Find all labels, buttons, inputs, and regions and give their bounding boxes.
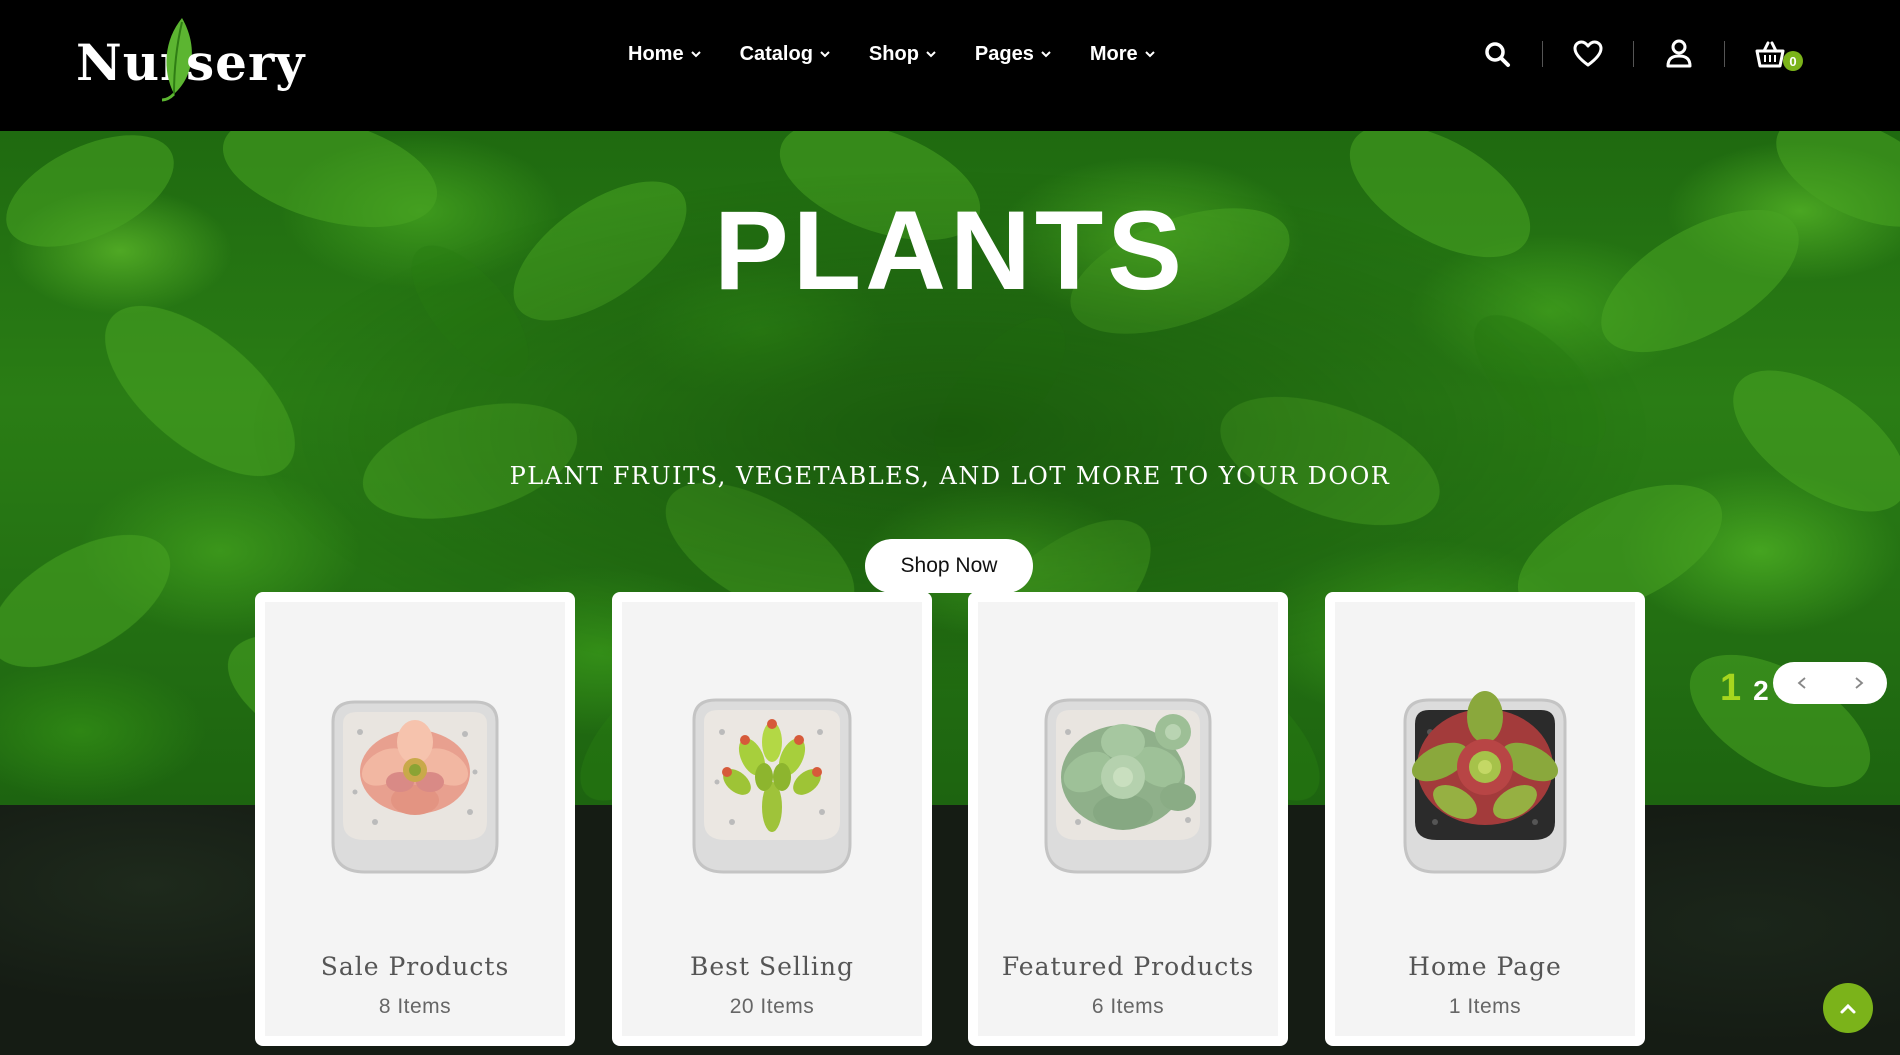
card-body: Home Page 1 Items [1335,602,1635,1036]
nav-item-shop[interactable]: Shop [869,38,937,70]
nav-item-more[interactable]: More [1090,38,1156,70]
chevron-down-icon [690,51,701,58]
card-item-count: 1 Items [1448,995,1522,1018]
category-card-featured-products[interactable]: Featured Products 6 Items [968,592,1288,1046]
nav-item-pages[interactable]: Pages [975,38,1052,70]
chevron-down-icon [820,51,830,58]
chevron-up-icon [1840,1003,1856,1014]
hero-title: PLANTS [714,188,1186,313]
chevron-right-icon [1854,677,1863,689]
chevron-left-icon [1797,677,1806,689]
succulent-green-image [692,698,852,874]
card-body: Best Selling 20 Items [622,602,922,1036]
divider [1633,41,1634,67]
hero-subtitle: PLANT FRUITS, VEGETABLES, AND LOT MORE T… [509,462,1391,490]
nav-item-label: More [1089,42,1138,65]
card-title: Featured Products [1001,952,1255,981]
logo[interactable]: Nur sery [76,14,306,104]
slider-arrows [1773,662,1887,704]
user-icon [1666,39,1692,68]
card-title: Sale Products [320,952,510,981]
slider-pager: 1 2 [1720,668,1769,708]
divider [1724,41,1725,67]
basket-icon [1755,41,1785,68]
pager-current[interactable]: 1 [1720,668,1741,708]
nav-item-label: Catalog [739,42,813,65]
site-header: Nur sery Home Catalog Shop Pages More 0 [0,0,1900,131]
succulent-red-image [1403,691,1567,874]
header-actions: 0 [1480,30,1803,78]
card-item-count: 20 Items [729,995,815,1018]
pager-next[interactable]: 2 [1753,674,1769,708]
category-card-home-page[interactable]: Home Page 1 Items [1325,592,1645,1046]
wishlist-button[interactable] [1571,37,1605,71]
cart-button[interactable]: 0 [1753,37,1803,71]
chevron-down-icon [926,51,936,58]
logo-text-right: sery [186,33,306,92]
nav-item-label: Pages [974,42,1034,65]
nav-item-catalog[interactable]: Catalog [740,38,831,70]
card-item-count: 8 Items [378,995,452,1018]
account-button[interactable] [1662,37,1696,71]
category-card-sale-products[interactable]: Sale Products 8 Items [255,592,575,1046]
card-body: Featured Products 6 Items [978,602,1278,1036]
card-body: Sale Products 8 Items [265,602,565,1036]
shop-now-button[interactable]: Shop Now [865,539,1033,593]
nav-item-label: Home [628,42,684,65]
prev-button[interactable] [1773,662,1830,704]
chevron-down-icon [1144,51,1155,58]
nav-item-label: Shop [868,42,919,65]
succulent-pink-image [331,700,499,874]
cart-count-badge: 0 [1783,51,1803,71]
succulent-blue-green-image [1044,698,1212,874]
card-title: Home Page [1408,952,1562,981]
nav-item-home[interactable]: Home [628,38,702,70]
heart-icon [1573,40,1603,67]
main-nav: Home Catalog Shop Pages More [628,38,1194,70]
card-item-count: 6 Items [1091,995,1165,1018]
search-button[interactable] [1480,37,1514,71]
card-title: Best Selling [689,952,854,981]
scroll-to-top-button[interactable] [1823,983,1873,1033]
search-icon [1485,42,1510,67]
next-button[interactable] [1830,662,1887,704]
chevron-down-icon [1041,51,1051,58]
category-card-best-selling[interactable]: Best Selling 20 Items [612,592,932,1046]
divider [1542,41,1543,67]
